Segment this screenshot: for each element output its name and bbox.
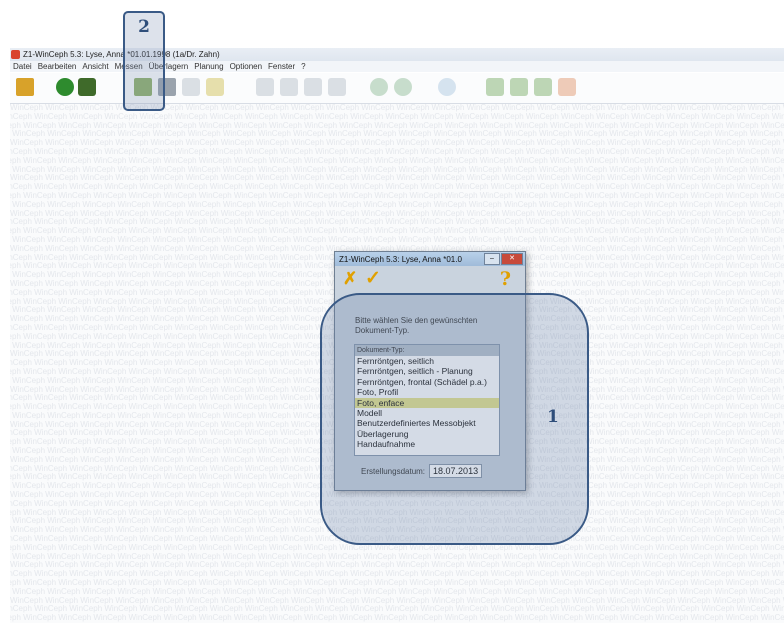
measure-grid-icon[interactable] — [328, 78, 346, 96]
measure-point-icon[interactable] — [256, 78, 274, 96]
overlay-delete-icon[interactable] — [558, 78, 576, 96]
overlay-icon-2[interactable] — [510, 78, 528, 96]
measure-angle-icon[interactable] — [280, 78, 298, 96]
dialog-toolbar: ✗ ✓ ? — [335, 266, 525, 292]
help-question-icon[interactable]: ? — [500, 268, 511, 290]
overlay-icon-1[interactable] — [486, 78, 504, 96]
zoom-out-icon[interactable] — [394, 78, 412, 96]
menu-datei[interactable]: Datei — [13, 62, 32, 71]
delete-document-icon[interactable] — [182, 78, 200, 96]
menu-fenster[interactable]: Fenster — [268, 62, 295, 71]
overlay-icon-3[interactable] — [534, 78, 552, 96]
tree-icon[interactable] — [56, 78, 74, 96]
minimize-button[interactable]: – — [484, 253, 500, 265]
zoom-in-icon[interactable] — [370, 78, 388, 96]
app-icon — [11, 50, 20, 59]
house-tree-icon[interactable] — [78, 78, 96, 96]
document-props-icon[interactable] — [206, 78, 224, 96]
dialog-title-bar: Z1-WinCeph 5.3: Lyse, Anna *01.0 – ✕ — [335, 252, 525, 266]
menu-optionen[interactable]: Optionen — [230, 62, 262, 71]
close-button[interactable]: ✕ — [501, 253, 523, 265]
ok-check-icon[interactable]: ✓ — [365, 267, 381, 290]
callout-1: 1 — [320, 293, 589, 545]
menu-ansicht[interactable]: Ansicht — [82, 62, 108, 71]
circle-icon[interactable] — [438, 78, 456, 96]
menu-bearbeiten[interactable]: Bearbeiten — [38, 62, 77, 71]
callout-1-number: 1 — [547, 407, 559, 427]
measure-line-icon[interactable] — [304, 78, 322, 96]
dialog-title: Z1-WinCeph 5.3: Lyse, Anna *01.0 — [339, 254, 462, 264]
menu-help[interactable]: ? — [301, 62, 305, 71]
menu-planung[interactable]: Planung — [194, 62, 223, 71]
callout-2: 2 — [123, 11, 165, 111]
cancel-icon[interactable]: ✗ — [343, 269, 357, 289]
callout-2-number: 2 — [138, 17, 150, 37]
exit-door-icon[interactable] — [16, 78, 34, 96]
window-title: Z1-WinCeph 5.3: Lyse, Anna *01.01.1998 (… — [23, 50, 220, 59]
